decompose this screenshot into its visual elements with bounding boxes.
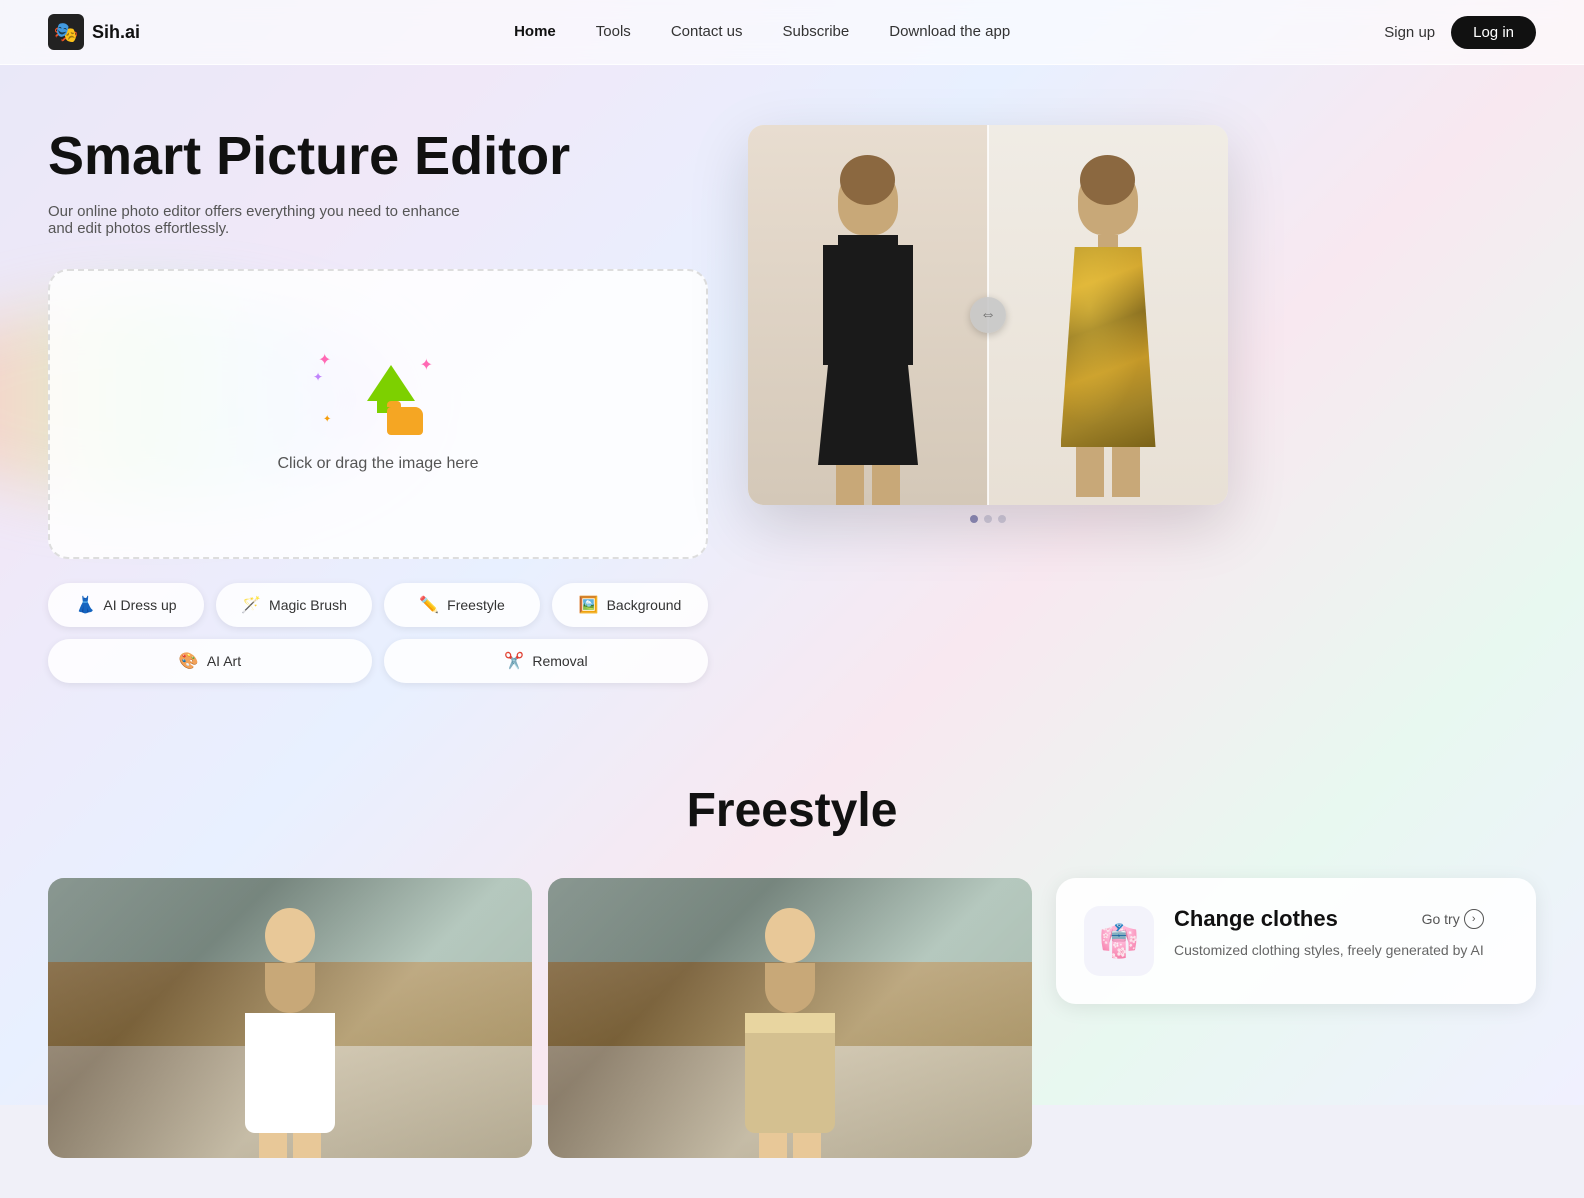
freestyle-grid: 👘 Change clothes Go try › Customized clo…	[48, 878, 1536, 1158]
tool-background[interactable]: 🖼️ Background	[552, 583, 708, 627]
tool-buttons-row: 👗 AI Dress up 🪄 Magic Brush ✏️ Freestyle…	[48, 583, 708, 683]
nav-home[interactable]: Home	[514, 23, 556, 40]
freestyle-after-image	[548, 878, 1032, 1158]
change-clothes-icon: 👘	[1099, 922, 1139, 960]
navigation: 🎭 Sih.ai Home Tools Contact us Subscribe…	[0, 0, 1584, 65]
login-button[interactable]: Log in	[1451, 16, 1536, 49]
logo-text: Sih.ai	[92, 22, 140, 43]
change-clothes-title: Change clothes	[1174, 906, 1338, 932]
hero-section: Smart Picture Editor Our online photo ed…	[0, 65, 1584, 723]
background-icon: 🖼️	[579, 595, 599, 615]
tool-removal[interactable]: ✂️ Removal	[384, 639, 708, 683]
tool-freestyle[interactable]: ✏️ Freestyle	[384, 583, 540, 627]
card-title-row: Change clothes Go try ›	[1174, 906, 1484, 932]
dot-1[interactable]	[970, 515, 978, 523]
tool-ai-art-label: AI Art	[207, 653, 241, 669]
change-clothes-icon-box: 👘	[1084, 906, 1154, 976]
sparkle-icon-4: ✦	[323, 414, 331, 425]
freestyle-title: Freestyle	[48, 783, 1536, 838]
tool-ai-dress-up[interactable]: 👗 AI Dress up	[48, 583, 204, 627]
comparison-before-panel	[748, 125, 988, 505]
go-try-arrow-icon: ›	[1464, 909, 1484, 929]
nav-subscribe[interactable]: Subscribe	[783, 23, 850, 40]
change-clothes-description: Customized clothing styles, freely gener…	[1174, 940, 1484, 961]
freestyle-before-image	[48, 878, 532, 1158]
hero-subtitle: Our online photo editor offers everythin…	[48, 203, 488, 237]
freestyle-image-pair	[48, 878, 1032, 1158]
logo-icon: 🎭	[48, 14, 84, 50]
upload-folder-icon	[387, 407, 423, 435]
change-clothes-card: 👘 Change clothes Go try › Customized clo…	[1056, 878, 1536, 1004]
removal-icon: ✂️	[504, 651, 524, 671]
sparkle-icon-1: ✦	[318, 350, 331, 370]
go-try-link[interactable]: Go try ›	[1422, 909, 1484, 929]
magic-brush-icon: 🪄	[241, 595, 261, 615]
signup-button[interactable]: Sign up	[1384, 24, 1435, 41]
sparkle-icon-2: ✦	[420, 355, 433, 375]
upload-icon: ✦ ✦ ✦ ✦	[333, 355, 423, 435]
upload-instruction: Click or drag the image here	[278, 455, 479, 473]
comparison-after-panel	[988, 125, 1228, 505]
tool-removal-label: Removal	[532, 653, 587, 669]
tool-ai-dress-up-label: AI Dress up	[103, 597, 176, 613]
nav-links: Home Tools Contact us Subscribe Download…	[514, 23, 1010, 41]
upload-dropzone[interactable]: ✦ ✦ ✦ ✦ Click or drag the image here	[48, 269, 708, 559]
hero-left: Smart Picture Editor Our online photo ed…	[48, 125, 708, 683]
comparison-handle[interactable]: ⇔	[970, 297, 1006, 333]
tool-magic-brush-label: Magic Brush	[269, 597, 347, 613]
ai-art-icon: 🎨	[179, 651, 199, 671]
nav-tools[interactable]: Tools	[596, 23, 631, 40]
tool-ai-art[interactable]: 🎨 AI Art	[48, 639, 372, 683]
sparkle-icon-3: ✦	[313, 370, 323, 384]
comparison-dots	[748, 515, 1228, 523]
nav-right: Sign up Log in	[1384, 16, 1536, 49]
card-content: Change clothes Go try › Customized cloth…	[1174, 906, 1484, 961]
go-try-label: Go try	[1422, 911, 1460, 927]
nav-contact[interactable]: Contact us	[671, 23, 743, 40]
page-title: Smart Picture Editor	[48, 125, 708, 187]
ai-dress-up-icon: 👗	[75, 595, 95, 615]
image-comparison: ⇔	[748, 125, 1228, 505]
nav-download[interactable]: Download the app	[889, 23, 1010, 40]
dot-2[interactable]	[984, 515, 992, 523]
freestyle-icon: ✏️	[419, 595, 439, 615]
dot-3[interactable]	[998, 515, 1006, 523]
tool-freestyle-label: Freestyle	[447, 597, 505, 613]
freestyle-section: Freestyle	[0, 723, 1584, 1198]
tool-background-label: Background	[607, 597, 682, 613]
logo[interactable]: 🎭 Sih.ai	[48, 14, 140, 50]
hero-right: .swirl-line { fill: none; stroke-width: …	[748, 125, 1228, 523]
tool-magic-brush[interactable]: 🪄 Magic Brush	[216, 583, 372, 627]
